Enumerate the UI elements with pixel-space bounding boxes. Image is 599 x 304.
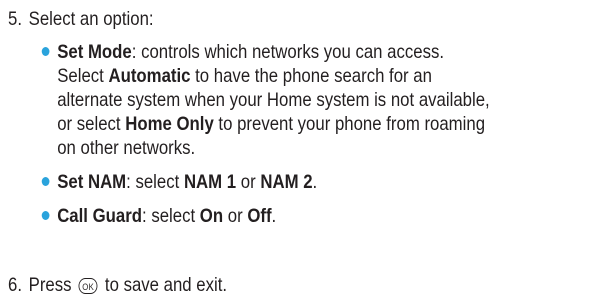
option-text: : select	[126, 171, 184, 193]
step-text-before: Press	[28, 274, 72, 296]
bullet-dot-icon	[41, 47, 50, 56]
bullet-dot-icon	[41, 211, 50, 220]
option-text: : controls which networks you can access…	[131, 41, 444, 63]
option-text: alternate system when your Home system i…	[57, 89, 490, 111]
option-text: or	[236, 171, 261, 193]
option-text: on other networks.	[57, 137, 196, 159]
option-title: Set Mode	[57, 41, 132, 63]
option-keyword: Automatic	[108, 65, 191, 87]
option-item: Set NAM: select NAM 1 or NAM 2.	[40, 170, 573, 194]
step-6: 6. Press OK to save and exit.	[8, 273, 227, 297]
option-item: Call Guard: select On or Off.	[40, 204, 573, 228]
bullet-dot-icon	[41, 177, 50, 186]
option-title: Call Guard	[57, 205, 143, 227]
option-keyword: On	[199, 205, 224, 227]
option-text: .	[312, 171, 318, 193]
option-title: Set NAM	[57, 171, 127, 193]
option-keyword: Off	[247, 205, 272, 227]
ok-key-icon: OK	[78, 278, 98, 294]
option-line: or select Home Only to prevent your phon…	[57, 112, 573, 136]
option-line: on other networks.	[57, 136, 573, 160]
options-list: Set Mode: controls which networks you ca…	[40, 40, 573, 238]
option-line: Set Mode: controls which networks you ca…	[57, 40, 573, 64]
option-line: Call Guard: select On or Off.	[57, 204, 573, 228]
step-text-after: to save and exit.	[104, 274, 228, 296]
option-text: or select	[57, 113, 126, 135]
option-text: Select	[57, 65, 109, 87]
option-item: Set Mode: controls which networks you ca…	[40, 40, 573, 160]
step-number: 6.	[8, 274, 22, 296]
step-5: 5. Select an option:	[8, 7, 154, 31]
option-keyword: Home Only	[125, 113, 214, 135]
option-keyword: NAM 2	[260, 171, 313, 193]
option-text: to have the phone search for an	[190, 65, 432, 87]
step-text: Select an option:	[28, 8, 154, 30]
step-number: 5.	[8, 8, 22, 30]
option-line: alternate system when your Home system i…	[57, 88, 573, 112]
option-line: Set NAM: select NAM 1 or NAM 2.	[57, 170, 573, 194]
option-keyword: NAM 1	[183, 171, 237, 193]
option-text: to prevent your phone from roaming	[213, 113, 486, 135]
option-text: : select	[142, 205, 200, 227]
option-text: .	[271, 205, 277, 227]
option-text: or	[223, 205, 248, 227]
option-line: Select Automatic to have the phone searc…	[57, 64, 573, 88]
